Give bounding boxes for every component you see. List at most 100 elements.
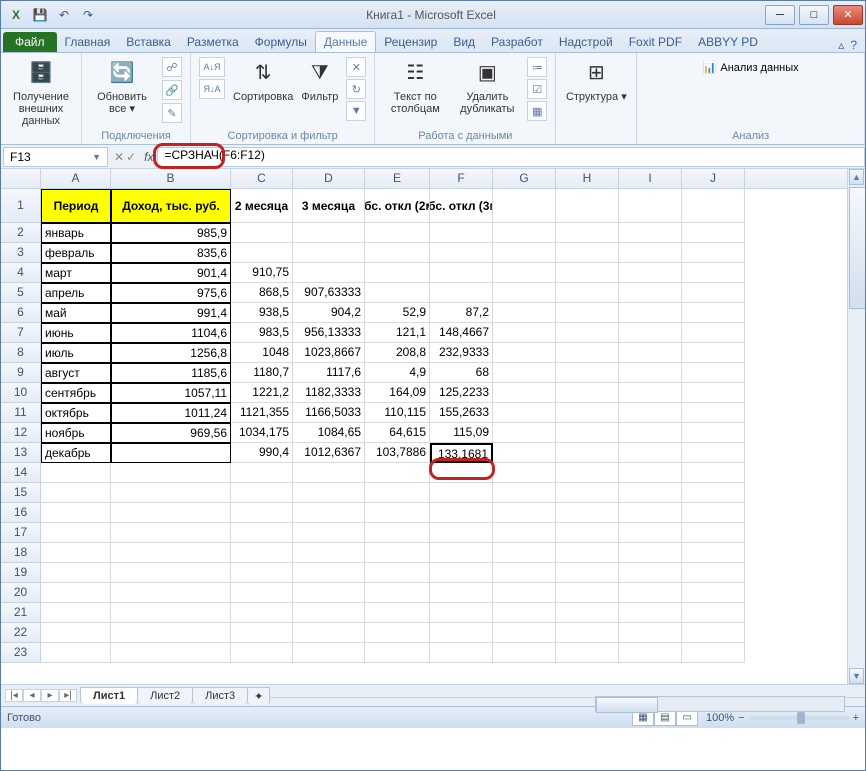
sheet-tab-1[interactable]: Лист1	[80, 687, 138, 704]
cell[interactable]	[682, 523, 745, 543]
row-header[interactable]: 3	[1, 243, 41, 263]
formula-input[interactable]: =СРЗНАЧ(F6:F12)	[157, 147, 865, 167]
maximize-button[interactable]: □	[799, 5, 829, 25]
cell[interactable]	[365, 523, 430, 543]
header-3m[interactable]: 3 месяца	[293, 189, 365, 223]
cell[interactable]: 1012,6367	[293, 443, 365, 463]
cell[interactable]	[556, 463, 619, 483]
cell[interactable]	[556, 523, 619, 543]
cell[interactable]	[430, 263, 493, 283]
scroll-down-icon[interactable]: ▼	[849, 668, 864, 684]
cell[interactable]: сентябрь	[41, 383, 111, 403]
cell[interactable]: 1084,65	[293, 423, 365, 443]
row-header[interactable]: 12	[1, 423, 41, 443]
cell[interactable]	[111, 483, 231, 503]
cell[interactable]	[365, 463, 430, 483]
cell[interactable]: 904,2	[293, 303, 365, 323]
name-box[interactable]: F13 ▼	[3, 147, 108, 167]
row-header[interactable]: 16	[1, 503, 41, 523]
enter-formula-icon[interactable]: ✓	[126, 150, 136, 164]
cell[interactable]: 983,5	[231, 323, 293, 343]
cell[interactable]	[111, 543, 231, 563]
data-validation-icon[interactable]: ⩴	[527, 57, 547, 77]
cell[interactable]: 901,4	[111, 263, 231, 283]
cell[interactable]: 956,13333	[293, 323, 365, 343]
cell[interactable]	[231, 243, 293, 263]
cell[interactable]: 125,2233	[430, 383, 493, 403]
cell[interactable]: 985,9	[111, 223, 231, 243]
cell[interactable]	[41, 463, 111, 483]
cell[interactable]: 1256,8	[111, 343, 231, 363]
cell[interactable]: октябрь	[41, 403, 111, 423]
edit-links-icon[interactable]: ✎	[162, 103, 182, 123]
cell[interactable]	[111, 623, 231, 643]
cell[interactable]	[619, 623, 682, 643]
cell[interactable]	[111, 563, 231, 583]
cell[interactable]	[293, 243, 365, 263]
cell[interactable]	[556, 623, 619, 643]
cell[interactable]	[231, 503, 293, 523]
sort-desc-button[interactable]: Я↓A	[199, 79, 225, 99]
header-income[interactable]: Доход, тыс. руб.	[111, 189, 231, 223]
cell[interactable]	[365, 223, 430, 243]
row-header[interactable]: 23	[1, 643, 41, 663]
cell[interactable]: 121,1	[365, 323, 430, 343]
cell[interactable]	[365, 643, 430, 663]
cancel-formula-icon[interactable]: ✕	[114, 150, 124, 164]
cell[interactable]	[493, 543, 556, 563]
cell[interactable]	[111, 503, 231, 523]
cell[interactable]: 115,09	[430, 423, 493, 443]
refresh-all-button[interactable]: 🔄 Обновить все ▾	[90, 57, 154, 115]
row-header[interactable]: 22	[1, 623, 41, 643]
zoom-level[interactable]: 100%	[706, 712, 734, 724]
cell[interactable]	[619, 483, 682, 503]
row-header[interactable]: 13	[1, 443, 41, 463]
cell[interactable]	[365, 583, 430, 603]
cell[interactable]: апрель	[41, 283, 111, 303]
sheet-nav-next[interactable]: ▸	[41, 689, 59, 702]
cell[interactable]	[556, 563, 619, 583]
cell[interactable]	[41, 483, 111, 503]
cell[interactable]	[619, 543, 682, 563]
cell[interactable]: 938,5	[231, 303, 293, 323]
cell[interactable]: 1180,7	[231, 363, 293, 383]
cell[interactable]	[682, 583, 745, 603]
cell[interactable]	[430, 563, 493, 583]
col-H[interactable]: H	[556, 169, 619, 188]
cell[interactable]: 975,6	[111, 283, 231, 303]
row-header[interactable]: 11	[1, 403, 41, 423]
cell[interactable]	[430, 483, 493, 503]
cell[interactable]: 868,5	[231, 283, 293, 303]
header-abs2m[interactable]: Абс. откл (2м)	[365, 189, 430, 223]
cell[interactable]: 910,75	[231, 263, 293, 283]
row-header[interactable]: 9	[1, 363, 41, 383]
tab-addins[interactable]: Надстрой	[551, 32, 621, 52]
cell[interactable]: июнь	[41, 323, 111, 343]
cell[interactable]	[430, 283, 493, 303]
col-A[interactable]: A	[41, 169, 111, 188]
cell[interactable]	[430, 463, 493, 483]
cell[interactable]	[41, 503, 111, 523]
whatif-icon[interactable]: ▦	[527, 101, 547, 121]
cell[interactable]	[231, 623, 293, 643]
col-E[interactable]: E	[365, 169, 430, 188]
sort-button[interactable]: ⇅ Сортировка	[233, 57, 293, 103]
cell[interactable]	[41, 543, 111, 563]
cell[interactable]	[493, 463, 556, 483]
row-header[interactable]: 18	[1, 543, 41, 563]
cell[interactable]	[430, 503, 493, 523]
cell[interactable]	[293, 483, 365, 503]
cell[interactable]	[619, 523, 682, 543]
data-analysis-button[interactable]: Анализ данных	[720, 62, 798, 74]
cell[interactable]	[41, 623, 111, 643]
row-header[interactable]: 17	[1, 523, 41, 543]
cell[interactable]	[682, 623, 745, 643]
col-B[interactable]: B	[111, 169, 231, 188]
sheet-nav-first[interactable]: |◂	[5, 689, 23, 702]
row-header[interactable]: 7	[1, 323, 41, 343]
cell[interactable]	[293, 623, 365, 643]
cell[interactable]: 1104,6	[111, 323, 231, 343]
cell[interactable]: 1121,355	[231, 403, 293, 423]
cell[interactable]	[430, 223, 493, 243]
excel-icon[interactable]: X	[5, 4, 27, 26]
